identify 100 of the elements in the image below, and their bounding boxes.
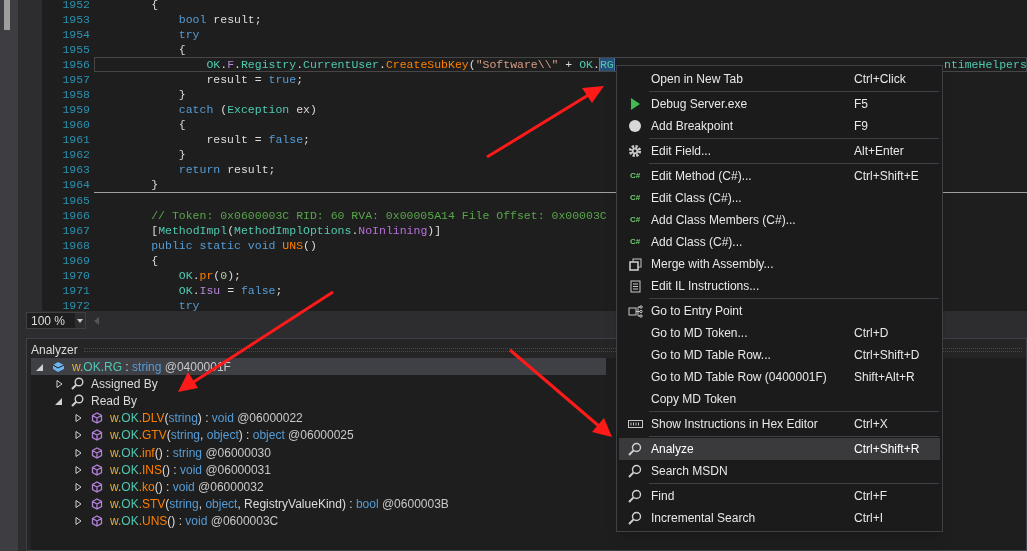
line-number: 1965 [61,193,90,208]
menu-item[interactable]: Copy MD Token [619,388,940,410]
menu-item[interactable]: Incremental Search Ctrl+I [619,507,940,529]
code-line: } [177,147,186,162]
cube-icon [90,463,103,476]
menu-item[interactable]: Debug Server.exe F5 [619,93,940,115]
menu-item[interactable]: Go to Entry Point [619,300,940,322]
gear-icon [628,144,642,158]
cube-icon [90,412,103,425]
play-icon [630,98,640,110]
line-number: 1962 [61,147,90,162]
menu-item[interactable]: Go to MD Token... Ctrl+D [619,322,940,344]
expand-triangle-icon[interactable] [54,378,64,389]
menu-item[interactable]: Edit IL Instructions... [619,275,940,297]
stacked-windows-icon [628,257,642,271]
tree-item[interactable]: w.OK.DLV(string) : void @06000022 [31,409,307,427]
code-line: catch (Exception ex) [177,102,317,117]
code-line: ntimeHelpers [944,57,1027,72]
csharp-label: C# [629,238,641,246]
line-number: 1970 [61,268,90,283]
csharp-label: C# [629,216,641,224]
menu-item[interactable]: Search MSDN [619,460,940,482]
line-number: 1968 [61,238,90,253]
code-line: { [150,0,159,12]
search-icon [628,511,642,525]
menu-item[interactable]: C# Add Class (C#)... [619,231,940,253]
menu-item[interactable]: C# Edit Method (C#)... Ctrl+Shift+E [619,165,940,187]
menu-item[interactable]: Analyze Ctrl+Shift+R [619,438,940,460]
cube-icon [90,480,103,493]
code-line: result = false; [205,132,310,147]
menu-item[interactable]: Go to MD Table Row (0400001F) Shift+Alt+R [619,366,940,388]
panel-title: Analyzer [30,341,79,359]
tree-item[interactable]: w.OK.STV(string, object, RegistryValueKind) : bool @0600003B [31,495,453,513]
zoom-value: 100 % [30,312,67,330]
tree-item[interactable]: w.OK.INS() : void @06000031 [31,461,275,479]
code-line: } [150,177,159,192]
menu-item[interactable]: Go to MD Table Row... Ctrl+Shift+D [619,344,940,366]
line-number: 1966 [61,208,90,223]
tree-item[interactable]: w.OK.inf() : string @06000030 [31,443,275,462]
expand-triangle-icon[interactable] [73,499,83,510]
menu-item[interactable]: Open in New Tab Ctrl+Click [619,68,940,90]
line-number: 1961 [61,132,90,147]
line-number: 1956 [61,57,90,72]
expand-triangle-icon[interactable] [73,516,83,527]
expand-triangle-icon[interactable] [73,413,83,424]
tree-label: w.OK.inf() : string @06000030 [110,444,271,462]
line-number: 1964 [61,177,90,192]
menu-item[interactable]: Show Instructions in Hex Editor Ctrl+X [619,413,940,435]
code-line: { [177,42,186,57]
cube-icon [90,429,103,442]
cube-icon [90,446,103,459]
expand-triangle-icon[interactable] [73,430,83,441]
tree-item[interactable]: w.OK.GTV(string, object) : object @06000025 [31,426,358,444]
menu-item[interactable]: C# Edit Class (C#)... [619,187,940,209]
search-icon [71,394,84,408]
menu-item[interactable]: Add Breakpoint F9 [619,115,940,137]
scrollbar-thumb[interactable] [4,0,10,30]
tree-item[interactable]: Read By [31,392,142,410]
tree-label: w.OK.INS() : void @06000031 [110,461,271,479]
search-icon [71,377,84,391]
line-number: 1957 [61,72,90,87]
hex-editor-icon [627,420,643,428]
code-line: try [177,298,200,311]
menu-item[interactable]: C# Add Class Members (C#)... [619,209,940,231]
expand-triangle-icon[interactable] [73,481,83,492]
menu-item[interactable]: Edit Field... Alt+Enter [619,140,940,162]
expand-triangle-icon[interactable] [73,447,83,458]
cube-icon [90,498,103,511]
line-number: 1972 [61,298,90,311]
line-number: 1954 [61,27,90,42]
line-number: 1967 [61,223,90,238]
tree-label: Read By [91,392,138,410]
document-icon [629,279,641,293]
flowchart-icon [627,304,643,318]
line-number: 1955 [61,42,90,57]
tree-label: w.OK.UNS() : void @0600003C [110,513,279,531]
line-number: 1952 [61,0,90,12]
code-line: OK.Isu = false; [177,283,283,298]
code-line: OK.pr(0); [177,268,241,283]
code-line: // Token: 0x0600003C RID: 60 RVA: 0x00005A14 File Offset: 0x00003C [150,208,607,223]
search-icon [628,442,642,456]
line-number: 1969 [61,253,90,268]
code-line: try [177,27,200,42]
field-icon [52,360,65,373]
line-number: 1971 [61,283,90,298]
code-line: public static void UNS() [150,238,317,253]
cube-icon [90,515,103,528]
line-number: 1959 [61,102,90,117]
search-icon [628,489,642,503]
line-number: 1960 [61,117,90,132]
expand-triangle-icon[interactable] [73,464,83,475]
line-number: 1953 [61,12,90,27]
tree-label: w.OK.STV(string, object, RegistryValueKind) : bool @0600003B [110,496,449,514]
tree-item[interactable]: w.OK.ko() : void @06000032 [31,478,268,496]
menu-item[interactable]: Find Ctrl+F [619,485,940,507]
tree-item[interactable]: w.OK.UNS() : void @0600003C [31,512,283,530]
zoom-dropdown[interactable]: 100 % [26,312,86,329]
line-number: 1958 [61,87,90,102]
menu-item[interactable]: Merge with Assembly... [619,253,940,275]
tree-item[interactable]: Assigned By [31,375,162,393]
